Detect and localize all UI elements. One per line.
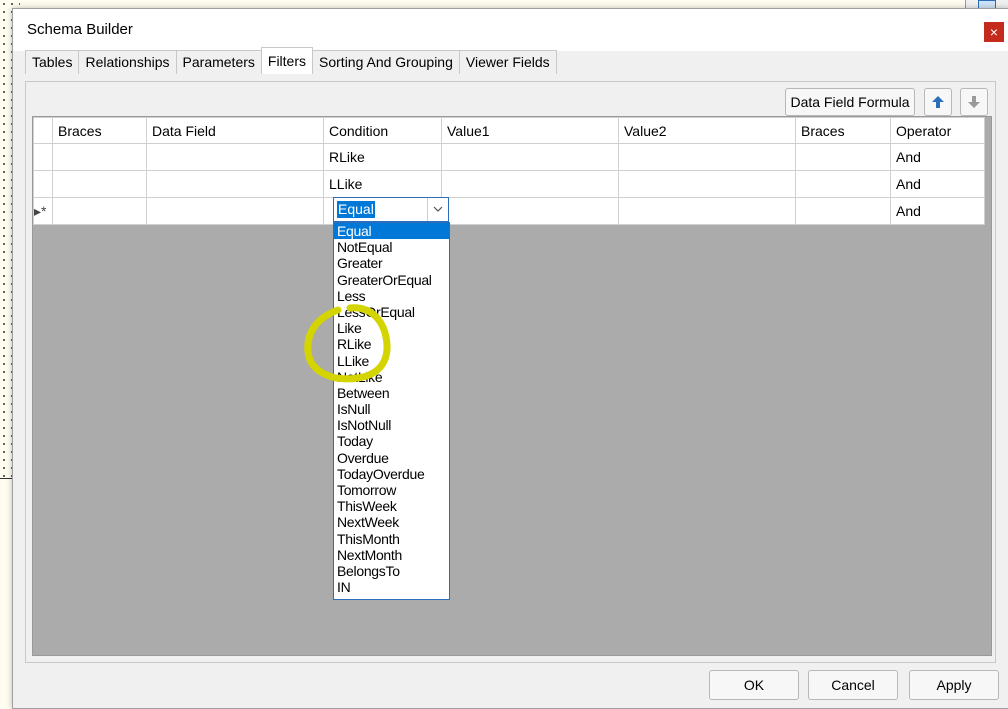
- condition-combobox[interactable]: Equal: [333, 197, 449, 222]
- table-row: RLike And: [33, 143, 985, 171]
- cell-value2[interactable]: [618, 197, 796, 225]
- cell-data-field[interactable]: [146, 197, 324, 225]
- cell-operator[interactable]: And: [890, 143, 985, 171]
- condition-option[interactable]: NextMonth: [334, 547, 449, 563]
- column-header-operator[interactable]: Operator: [890, 117, 985, 144]
- tab-filters[interactable]: Filters: [260, 47, 314, 74]
- column-header-value1[interactable]: Value1: [441, 117, 619, 144]
- close-icon: ×: [989, 24, 999, 40]
- condition-option[interactable]: IsNotNull: [334, 417, 449, 433]
- condition-option[interactable]: NextWeek: [334, 514, 449, 530]
- cell-braces-close[interactable]: [795, 143, 891, 171]
- ok-button[interactable]: OK: [709, 670, 799, 700]
- tab-tables[interactable]: Tables: [25, 50, 80, 74]
- column-header-data-field[interactable]: Data Field: [146, 117, 324, 144]
- condition-option[interactable]: IN: [334, 579, 449, 595]
- cell-value2[interactable]: [618, 143, 796, 171]
- apply-button[interactable]: Apply: [909, 670, 999, 700]
- cell-braces-open[interactable]: [52, 170, 147, 198]
- condition-option[interactable]: RLike: [334, 336, 449, 352]
- arrow-up-icon: [932, 96, 944, 108]
- condition-dropdown-list[interactable]: Equal NotEqual Greater GreaterOrEqual Less Le…: [333, 222, 450, 600]
- cell-value1[interactable]: [441, 170, 619, 198]
- condition-option[interactable]: BelongsTo: [334, 563, 449, 579]
- row-header-corner: [33, 117, 53, 144]
- condition-option[interactable]: Greater: [334, 255, 449, 271]
- condition-option[interactable]: LLike: [334, 353, 449, 369]
- data-field-formula-button[interactable]: Data Field Formula: [785, 88, 915, 116]
- cell-data-field[interactable]: [146, 170, 324, 198]
- condition-option[interactable]: TodayOverdue: [334, 466, 449, 482]
- condition-option[interactable]: Equal: [334, 223, 449, 240]
- condition-option[interactable]: Between: [334, 385, 449, 401]
- cell-braces-open[interactable]: [52, 143, 147, 171]
- table-row-new: ▸* And: [33, 197, 985, 225]
- column-header-braces-close[interactable]: Braces: [795, 117, 891, 144]
- cell-value1[interactable]: [441, 143, 619, 171]
- column-header-value2[interactable]: Value2: [618, 117, 796, 144]
- title-bar: Schema Builder ×: [13, 9, 1008, 51]
- condition-option[interactable]: GreaterOrEqual: [334, 272, 449, 288]
- condition-combobox-value[interactable]: Equal: [337, 201, 375, 218]
- cell-braces-open[interactable]: [52, 197, 147, 225]
- window-title: Schema Builder: [27, 21, 133, 38]
- condition-option[interactable]: ThisMonth: [334, 531, 449, 547]
- filters-grid[interactable]: Braces Data Field Condition Value1 Value…: [32, 116, 992, 656]
- condition-option[interactable]: Like: [334, 320, 449, 336]
- condition-option[interactable]: Overdue: [334, 450, 449, 466]
- condition-option[interactable]: Less: [334, 288, 449, 304]
- cell-operator[interactable]: And: [890, 197, 985, 225]
- condition-option[interactable]: Tomorrow: [334, 482, 449, 498]
- cancel-button[interactable]: Cancel: [808, 670, 898, 700]
- cell-condition[interactable]: LLike: [323, 170, 442, 198]
- tab-parameters[interactable]: Parameters: [175, 50, 262, 74]
- tab-sorting-and-grouping[interactable]: Sorting And Grouping: [312, 50, 460, 74]
- tab-strip: Tables Relationships Parameters Filters …: [25, 47, 557, 74]
- cell-value1[interactable]: [441, 197, 619, 225]
- condition-option[interactable]: NotLike: [334, 369, 449, 385]
- filters-table: Braces Data Field Condition Value1 Value…: [33, 117, 985, 225]
- chevron-down-icon: [433, 206, 443, 212]
- condition-dropdown-button[interactable]: [427, 198, 448, 221]
- column-header-condition[interactable]: Condition: [323, 117, 442, 144]
- condition-option[interactable]: IsNull: [334, 401, 449, 417]
- cell-braces-close[interactable]: [795, 197, 891, 225]
- condition-option[interactable]: NotEqual: [334, 239, 449, 255]
- condition-option[interactable]: LessOrEqual: [334, 304, 449, 320]
- condition-option[interactable]: ThisWeek: [334, 498, 449, 514]
- condition-option[interactable]: Today: [334, 433, 449, 449]
- cell-braces-close[interactable]: [795, 170, 891, 198]
- row-header[interactable]: [33, 143, 53, 171]
- row-header[interactable]: [33, 170, 53, 198]
- table-row: LLike And: [33, 170, 985, 198]
- column-header-braces-open[interactable]: Braces: [52, 117, 147, 144]
- cell-condition[interactable]: RLike: [323, 143, 442, 171]
- cell-operator[interactable]: And: [890, 170, 985, 198]
- new-row-marker-icon[interactable]: ▸*: [33, 197, 53, 225]
- tab-relationships[interactable]: Relationships: [78, 50, 177, 74]
- cell-value2[interactable]: [618, 170, 796, 198]
- header-row: Braces Data Field Condition Value1 Value…: [33, 117, 985, 144]
- cell-data-field[interactable]: [146, 143, 324, 171]
- move-up-button[interactable]: [924, 88, 952, 116]
- move-down-button[interactable]: [960, 88, 988, 116]
- arrow-down-icon: [968, 96, 980, 108]
- close-button[interactable]: ×: [984, 22, 1004, 42]
- tab-viewer-fields[interactable]: Viewer Fields: [458, 50, 557, 74]
